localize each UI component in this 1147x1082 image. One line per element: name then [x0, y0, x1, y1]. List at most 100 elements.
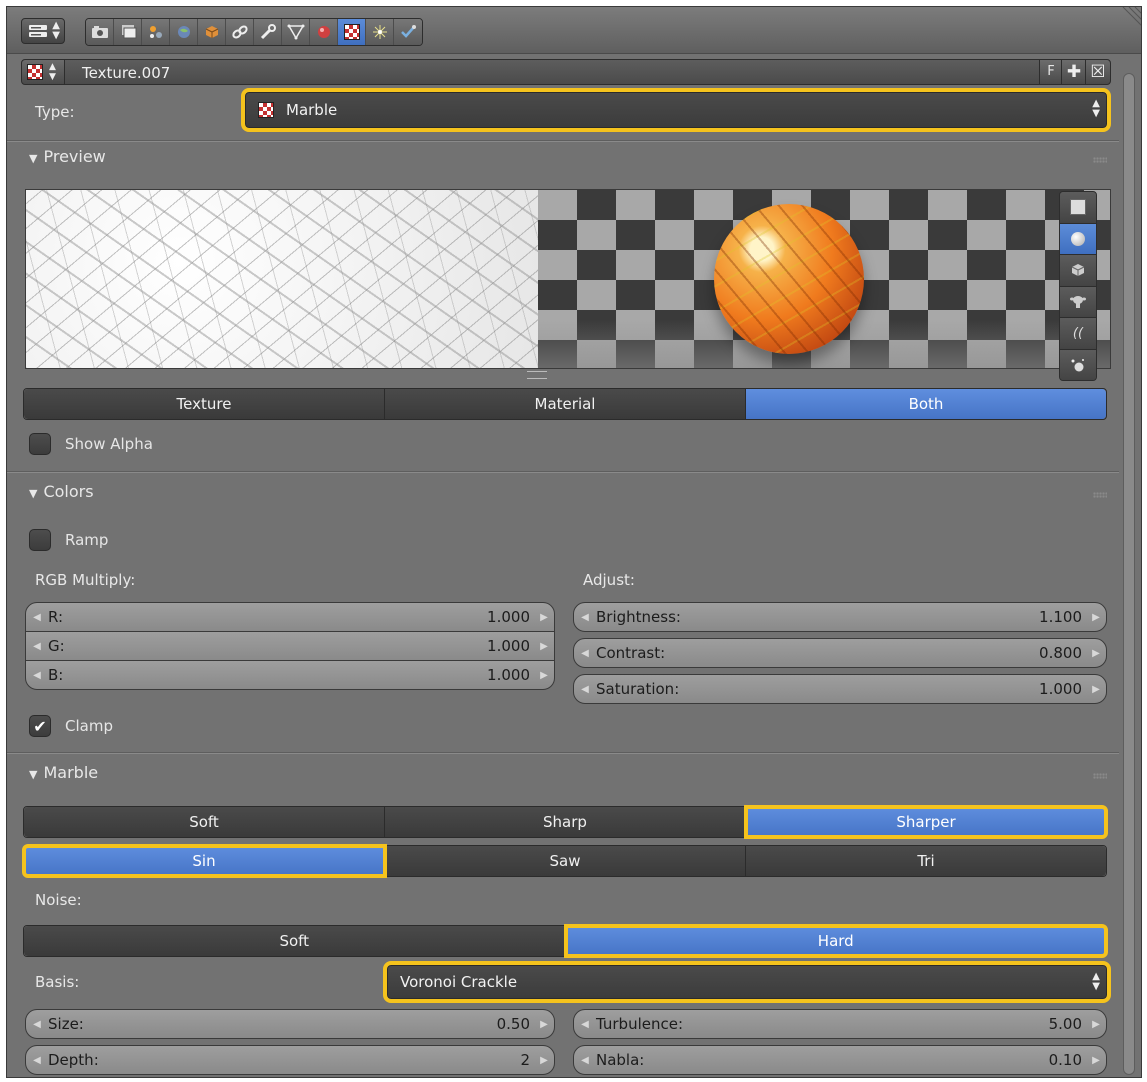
- preview-panel-header[interactable]: ▼ Preview: [29, 147, 106, 166]
- noise-soft-button[interactable]: Soft: [24, 926, 566, 956]
- tab-render-layers[interactable]: [114, 19, 142, 45]
- marble-soft-button[interactable]: Soft: [24, 807, 385, 837]
- browse-texture-button[interactable]: ▲ ▼: [22, 60, 65, 84]
- marble-sharp-button[interactable]: Sharp: [385, 807, 746, 837]
- size-field[interactable]: ◀ Size: 0.50 ▶: [25, 1009, 555, 1039]
- increment-arrow-icon[interactable]: ▶: [1086, 1019, 1106, 1030]
- plane-icon: [1070, 199, 1086, 216]
- tab-constraints[interactable]: [226, 19, 254, 45]
- preview-sphere-sky-button[interactable]: [1060, 349, 1096, 380]
- preview-plane-button[interactable]: [1060, 192, 1096, 224]
- marble-panel-header[interactable]: ▼ Marble: [29, 763, 98, 782]
- band-saw-button[interactable]: Saw: [385, 846, 746, 876]
- render-layers-icon: [121, 25, 136, 39]
- fake-user-button[interactable]: F: [1039, 60, 1062, 84]
- band-tri-button[interactable]: Tri: [746, 846, 1106, 876]
- increment-arrow-icon[interactable]: ▶: [1086, 684, 1106, 695]
- close-icon: ☒: [1090, 62, 1106, 82]
- tab-object-data[interactable]: [282, 19, 310, 45]
- tab-modifiers[interactable]: [254, 19, 282, 45]
- checkbox-label: Ramp: [65, 531, 109, 549]
- increment-arrow-icon[interactable]: ▶: [534, 612, 554, 623]
- increment-arrow-icon[interactable]: ▶: [1086, 612, 1106, 623]
- nabla-field[interactable]: ◀ Nabla: 0.10 ▶: [573, 1045, 1107, 1075]
- increment-arrow-icon[interactable]: ▶: [534, 670, 554, 681]
- tab-particles[interactable]: [366, 19, 394, 45]
- b-field[interactable]: ◀ B: 1.000 ▶: [25, 660, 555, 690]
- contrast-field[interactable]: ◀ Contrast: 0.800 ▶: [573, 638, 1107, 668]
- r-field[interactable]: ◀ R: 1.000 ▶: [25, 602, 555, 632]
- decrement-arrow-icon[interactable]: ◀: [26, 641, 48, 652]
- drag-grip-icon[interactable]: [1093, 492, 1107, 498]
- mode-material-button[interactable]: Material: [385, 389, 746, 419]
- saturation-field[interactable]: ◀ Saturation: 1.000 ▶: [573, 674, 1107, 704]
- texture-preview-image: [26, 190, 538, 368]
- type-dropdown[interactable]: Marble ▲ ▼: [241, 88, 1111, 132]
- divider: [7, 752, 1119, 754]
- monkey-icon: [1070, 295, 1086, 308]
- noise-type-selector: Soft Hard: [23, 924, 1108, 958]
- tab-material[interactable]: [310, 19, 338, 45]
- divider: [7, 471, 1119, 473]
- decrement-arrow-icon[interactable]: ◀: [574, 648, 596, 659]
- tab-object[interactable]: [198, 19, 226, 45]
- basis-dropdown[interactable]: Voronoi Crackle ▲ ▼: [383, 961, 1111, 1003]
- preview-resize-handle[interactable]: [527, 371, 547, 379]
- decrement-arrow-icon[interactable]: ◀: [574, 1019, 596, 1030]
- material-preview-image: [538, 190, 1110, 368]
- unlink-button[interactable]: ☒: [1085, 60, 1110, 84]
- texture-datablock: ▲ ▼ Texture.007 F ✚ ☒: [21, 59, 1111, 85]
- panel-title: Colors: [43, 482, 94, 501]
- increment-arrow-icon[interactable]: ▶: [1086, 1055, 1106, 1066]
- area-corner-icon[interactable]: [1119, 7, 1142, 31]
- texture-name-field[interactable]: Texture.007: [82, 64, 170, 82]
- mode-texture-button[interactable]: Texture: [24, 389, 385, 419]
- decrement-arrow-icon[interactable]: ◀: [26, 612, 48, 623]
- marble-type-selector: Soft Sharp Sharper: [23, 805, 1108, 839]
- tab-texture[interactable]: [338, 19, 366, 45]
- decrement-arrow-icon[interactable]: ◀: [26, 1019, 48, 1030]
- updown-arrows-icon: ▲ ▼: [52, 20, 60, 41]
- updown-arrows-icon: ▲ ▼: [1092, 98, 1100, 119]
- decrement-arrow-icon[interactable]: ◀: [26, 670, 48, 681]
- new-texture-button[interactable]: ✚: [1061, 60, 1086, 84]
- decrement-arrow-icon[interactable]: ◀: [574, 1055, 596, 1066]
- particles-icon: [372, 25, 387, 39]
- scrollbar[interactable]: [1123, 73, 1135, 1075]
- tab-scene[interactable]: [142, 19, 170, 45]
- collapse-triangle-icon: ▼: [29, 768, 38, 781]
- editor-type-button[interactable]: ▲ ▼: [21, 18, 65, 44]
- turbulence-field[interactable]: ◀ Turbulence: 5.00 ▶: [573, 1009, 1107, 1039]
- noise-hard-button[interactable]: Hard: [563, 924, 1108, 958]
- show-alpha-checkbox[interactable]: Show Alpha: [29, 433, 153, 455]
- preview-sphere-button[interactable]: [1060, 223, 1096, 255]
- preview-cube-button[interactable]: [1060, 255, 1096, 287]
- decrement-arrow-icon[interactable]: ◀: [26, 1055, 48, 1066]
- increment-arrow-icon[interactable]: ▶: [534, 641, 554, 652]
- preview-hair-button[interactable]: ((: [1060, 318, 1096, 350]
- tab-world[interactable]: [170, 19, 198, 45]
- preview-monkey-button[interactable]: [1060, 286, 1096, 318]
- tab-render[interactable]: [86, 19, 114, 45]
- increment-arrow-icon[interactable]: ▶: [534, 1019, 554, 1030]
- noise-label: Noise:: [35, 891, 82, 909]
- brightness-field[interactable]: ◀ Brightness: 1.100 ▶: [573, 602, 1107, 632]
- drag-grip-icon[interactable]: [1093, 157, 1107, 163]
- colors-panel-header[interactable]: ▼ Colors: [29, 482, 94, 501]
- clamp-checkbox[interactable]: ✔ Clamp: [29, 715, 113, 737]
- ramp-checkbox[interactable]: Ramp: [29, 529, 108, 551]
- g-field[interactable]: ◀ G: 1.000 ▶: [25, 631, 555, 661]
- depth-field[interactable]: ◀ Depth: 2 ▶: [25, 1045, 555, 1075]
- decrement-arrow-icon[interactable]: ◀: [574, 684, 596, 695]
- band-sin-button[interactable]: Sin: [22, 844, 387, 878]
- scene-icon: [149, 26, 162, 38]
- marble-sharper-button[interactable]: Sharper: [744, 805, 1108, 839]
- increment-arrow-icon[interactable]: ▶: [1086, 648, 1106, 659]
- cube-icon: [1071, 264, 1085, 277]
- increment-arrow-icon[interactable]: ▶: [534, 1055, 554, 1066]
- decrement-arrow-icon[interactable]: ◀: [574, 612, 596, 623]
- mode-both-button[interactable]: Both: [746, 389, 1106, 419]
- drag-grip-icon[interactable]: [1093, 773, 1107, 779]
- object-icon: [205, 26, 218, 38]
- tab-physics[interactable]: [394, 19, 422, 45]
